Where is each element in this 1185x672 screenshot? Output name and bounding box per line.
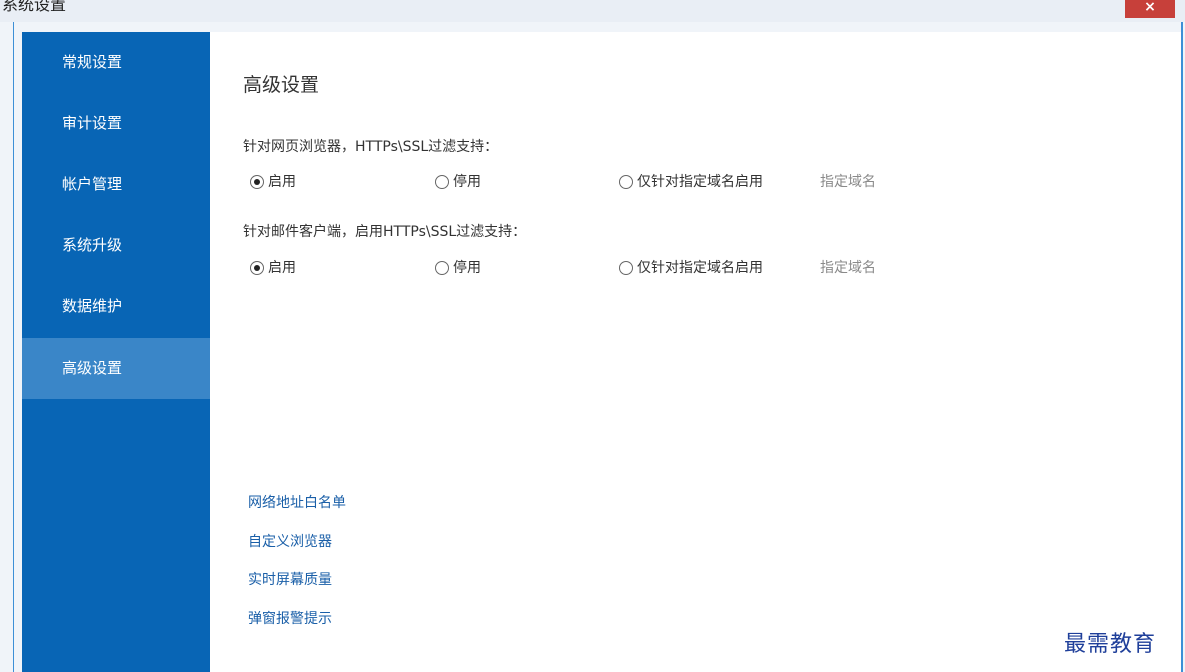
radio-label: 仅针对指定域名启用 [637, 260, 763, 276]
sidebar: 常规设置 审计设置 帐户管理 系统升级 数据维护 高级设置 [22, 32, 210, 672]
url-whitelist-link[interactable]: 网络地址白名单 [248, 492, 346, 512]
sidebar-item-data-maintenance[interactable]: 数据维护 [22, 276, 210, 337]
radio-label: 启用 [268, 260, 296, 276]
window-border-right [1181, 22, 1183, 672]
radio-checked-icon [250, 175, 264, 189]
sidebar-item-upgrade[interactable]: 系统升级 [22, 215, 210, 276]
close-icon: × [1144, 0, 1156, 15]
radio-label: 仅针对指定域名启用 [637, 174, 763, 190]
popup-alert-link[interactable]: 弹窗报警提示 [248, 608, 332, 628]
sidebar-item-general[interactable]: 常规设置 [22, 32, 210, 93]
browser-ssl-label: 针对网页浏览器，HTTPs\SSL过滤支持： [243, 139, 499, 155]
screen-quality-link[interactable]: 实时屏幕质量 [248, 569, 332, 589]
mail-ssl-domain-only-radio[interactable]: 仅针对指定域名启用 [619, 258, 763, 278]
mail-ssl-enable-radio[interactable]: 启用 [250, 258, 296, 278]
window-title: 系统设置 [2, 0, 67, 14]
radio-label: 启用 [268, 174, 296, 190]
window-border-left [13, 22, 14, 672]
radio-unchecked-icon [619, 261, 633, 275]
sidebar-item-advanced[interactable]: 高级设置 [22, 338, 210, 399]
radio-unchecked-icon [619, 175, 633, 189]
mail-ssl-label: 针对邮件客户端，启用HTTPs\SSL过滤支持： [243, 224, 527, 240]
mail-specify-domain-link[interactable]: 指定域名 [820, 258, 876, 278]
page-title: 高级设置 [243, 74, 320, 96]
close-button[interactable]: × [1125, 0, 1175, 18]
browser-ssl-domain-only-radio[interactable]: 仅针对指定域名启用 [619, 172, 763, 192]
radio-unchecked-icon [435, 175, 449, 189]
radio-label: 停用 [453, 174, 481, 190]
radio-label: 停用 [453, 260, 481, 276]
custom-browser-link[interactable]: 自定义浏览器 [248, 531, 332, 551]
browser-ssl-disable-radio[interactable]: 停用 [435, 172, 481, 192]
title-bar: 系统设置 × [0, 0, 1185, 22]
browser-specify-domain-link[interactable]: 指定域名 [820, 172, 876, 192]
radio-checked-icon [250, 261, 264, 275]
radio-unchecked-icon [435, 261, 449, 275]
browser-ssl-enable-radio[interactable]: 启用 [250, 172, 296, 192]
main-content: 高级设置 针对网页浏览器，HTTPs\SSL过滤支持： 启用 停用 仅针对指定域… [210, 32, 1181, 672]
watermark: 最需教育 [1064, 632, 1157, 657]
mail-ssl-disable-radio[interactable]: 停用 [435, 258, 481, 278]
sidebar-item-accounts[interactable]: 帐户管理 [22, 154, 210, 215]
sidebar-item-audit[interactable]: 审计设置 [22, 93, 210, 154]
settings-window: 系统设置 × 常规设置 审计设置 帐户管理 系统升级 数据维护 高级设置 高级设… [0, 0, 1185, 672]
